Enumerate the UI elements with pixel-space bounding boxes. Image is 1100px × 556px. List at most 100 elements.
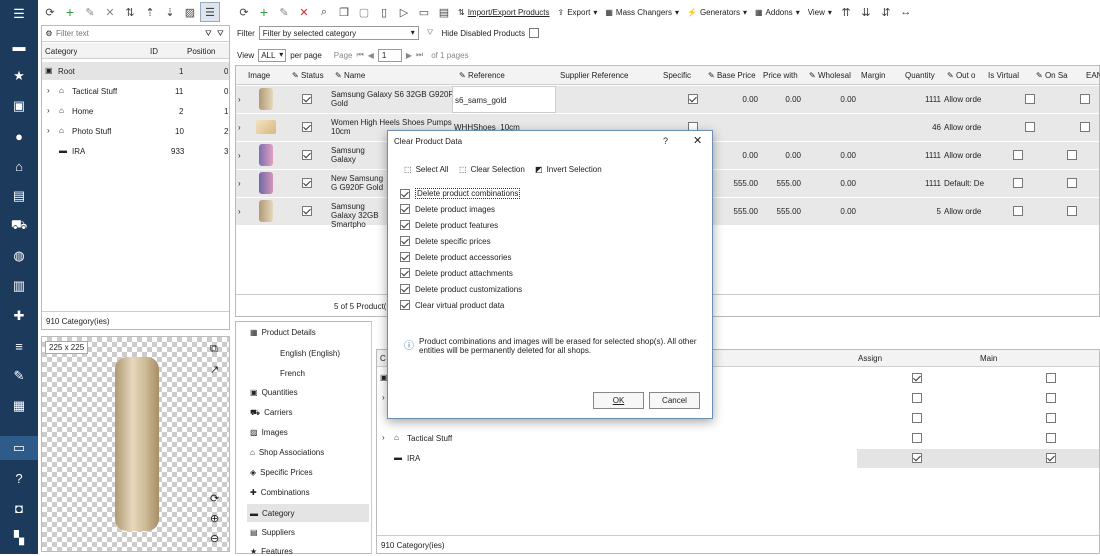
copy-image-icon[interactable]: ⧉ [210, 343, 218, 356]
sort-asc-icon[interactable]: ⇈ [836, 2, 856, 22]
col-image[interactable]: Image [248, 71, 270, 80]
checkbox[interactable] [400, 252, 410, 262]
mass-changers-menu[interactable]: ▦ Mass Changers ▾ [605, 8, 679, 17]
tree-row[interactable]: ▬ IRA 933 3 [42, 142, 229, 160]
wrench-icon[interactable]: ✎ [0, 364, 38, 388]
tree-row[interactable]: › ⌂ Tactical Stuff 11 0 [42, 82, 229, 100]
message-icon[interactable]: ▤ [434, 2, 454, 22]
option-delete-specific-prices[interactable]: Delete specific prices [400, 236, 491, 246]
chart-icon[interactable]: ▥ [0, 274, 38, 298]
tree-row-root[interactable]: ▣ Root 1 0 [42, 62, 229, 80]
option-delete-customizations[interactable]: Delete product customizations [400, 284, 522, 294]
select-all-button[interactable]: ⬚ Select All [404, 165, 448, 174]
import-export-menu[interactable]: ⇅ Import/Export Products [458, 8, 550, 17]
delete-icon[interactable]: ✕ [294, 2, 314, 22]
copy-icon[interactable]: ❐ [334, 2, 354, 22]
search-icon[interactable]: ⌕ [314, 2, 334, 22]
cancel-button[interactable]: Cancel [649, 392, 700, 409]
image-icon[interactable]: ▨ [180, 2, 200, 22]
refresh-icon[interactable]: ⟳ [40, 2, 60, 22]
view-menu[interactable]: View ▾ [808, 8, 832, 17]
last-page-icon[interactable]: ⏭ [416, 50, 423, 60]
addons-menu[interactable]: ▦ Addons ▾ [755, 8, 800, 17]
tree-item-shop-associations[interactable]: ⌂ Shop Associations [250, 448, 324, 457]
main-checkbox[interactable] [1046, 413, 1057, 423]
col-is-virtual[interactable]: Is Virtual [988, 71, 1019, 80]
page-size-select[interactable]: ALL ▾ [258, 48, 287, 62]
status-checkbox[interactable] [302, 178, 312, 188]
checkbox[interactable] [400, 220, 410, 230]
assign-row[interactable]: ▬ IRA [377, 449, 1099, 468]
clear-filter-icon[interactable]: ⛛ [217, 29, 229, 39]
edit-icon[interactable]: ✎ [80, 2, 100, 22]
puzzle-icon[interactable]: ✚ [0, 304, 38, 328]
option-delete-accessories[interactable]: Delete product accessories [400, 252, 512, 262]
help-button[interactable]: ? [663, 136, 668, 146]
checkbox[interactable] [400, 188, 410, 199]
home-icon[interactable]: ▬ [0, 34, 38, 58]
main-checkbox[interactable] [1046, 393, 1057, 403]
is-virtual-checkbox[interactable] [1025, 122, 1036, 132]
is-virtual-checkbox[interactable] [1013, 178, 1024, 188]
basket-icon[interactable]: ⌂ [0, 154, 38, 178]
expand-icon[interactable]: › [382, 393, 385, 402]
tree-item-quantities[interactable]: ▣ Quantities [250, 388, 298, 397]
tree-item-english[interactable]: English (English) [280, 349, 340, 358]
filter-select[interactable]: Filter by selected category ▾ [258, 26, 419, 40]
box-icon[interactable]: ▣ [0, 94, 38, 118]
option-delete-images[interactable]: Delete product images [400, 204, 495, 214]
expand-icon[interactable]: › [47, 106, 50, 115]
fit-columns-icon[interactable]: ↔ [896, 2, 916, 22]
gear-icon[interactable]: ⚙ [42, 29, 56, 38]
col-out-of-stock[interactable]: ✎ Out o [947, 71, 976, 80]
add-icon[interactable]: + [60, 2, 80, 22]
assign-checkbox[interactable] [912, 393, 922, 403]
tree-item-product-details[interactable]: ▦ Product Details [250, 328, 316, 337]
assign-row[interactable]: › ⌂ Tactical Stuff [377, 429, 1099, 448]
cart-icon[interactable]: ▚ [0, 526, 38, 550]
checkbox[interactable] [400, 204, 410, 214]
tree-item-french[interactable]: French [280, 369, 305, 378]
globe-icon[interactable]: ◍ [0, 244, 38, 268]
col-quantity[interactable]: Quantity [905, 71, 935, 80]
expand-icon[interactable]: › [47, 126, 50, 135]
help-icon[interactable]: ? [0, 466, 38, 490]
tree-item-carriers[interactable]: ⛟ Carriers [250, 408, 293, 418]
sliders-icon[interactable]: ≡ [0, 334, 38, 358]
tree-item-category[interactable]: ▬ Category [247, 504, 369, 522]
main-checkbox[interactable] [1046, 433, 1057, 443]
option-clear-virtual[interactable]: Clear virtual product data [400, 300, 504, 310]
delete-icon[interactable]: ✕ [100, 2, 120, 22]
option-delete-attachments[interactable]: Delete product attachments [400, 268, 513, 278]
assign-checkbox[interactable] [912, 413, 922, 423]
on-sale-checkbox[interactable] [1079, 122, 1090, 132]
edit-icon[interactable]: ✎ [274, 2, 294, 22]
folder-icon[interactable]: ▭ [414, 2, 434, 22]
tree-item-combinations[interactable]: ✚ Combinations [250, 488, 310, 497]
store-icon[interactable]: ▭ [0, 436, 38, 460]
ok-button[interactable]: OK [593, 392, 644, 409]
header-position[interactable]: Position [187, 47, 215, 56]
tree-item-images[interactable]: ▨ Images [250, 428, 288, 437]
sort-up-icon[interactable]: ⇡ [140, 2, 160, 22]
first-page-icon[interactable]: ⏮ [356, 50, 363, 60]
zoom-out-icon[interactable]: ⊖ [210, 532, 219, 545]
star-icon[interactable]: ★ [0, 64, 38, 88]
zoom-in-icon[interactable]: ⊕ [210, 512, 219, 525]
paste-icon[interactable]: ▢ [354, 2, 374, 22]
checkbox[interactable] [400, 284, 410, 294]
hide-disabled-checkbox[interactable] [529, 28, 540, 38]
col-ean[interactable]: EAN [1086, 71, 1100, 80]
option-delete-features[interactable]: Delete product features [400, 220, 498, 230]
tree-item-specific-prices[interactable]: ◈ Specific Prices [250, 468, 313, 477]
on-sale-checkbox[interactable] [1067, 178, 1078, 188]
category-filter-input[interactable] [56, 29, 205, 38]
is-virtual-checkbox[interactable] [1025, 94, 1036, 104]
checkbox[interactable] [400, 300, 410, 310]
next-page-icon[interactable]: ▶ [406, 51, 412, 60]
lock-icon[interactable]: ◘ [0, 496, 38, 520]
add-icon[interactable]: + [254, 2, 274, 22]
page-input[interactable]: 1 [377, 48, 402, 62]
clipboard-icon[interactable]: ▯ [374, 2, 394, 22]
rotate-icon[interactable]: ⟳ [210, 492, 219, 505]
